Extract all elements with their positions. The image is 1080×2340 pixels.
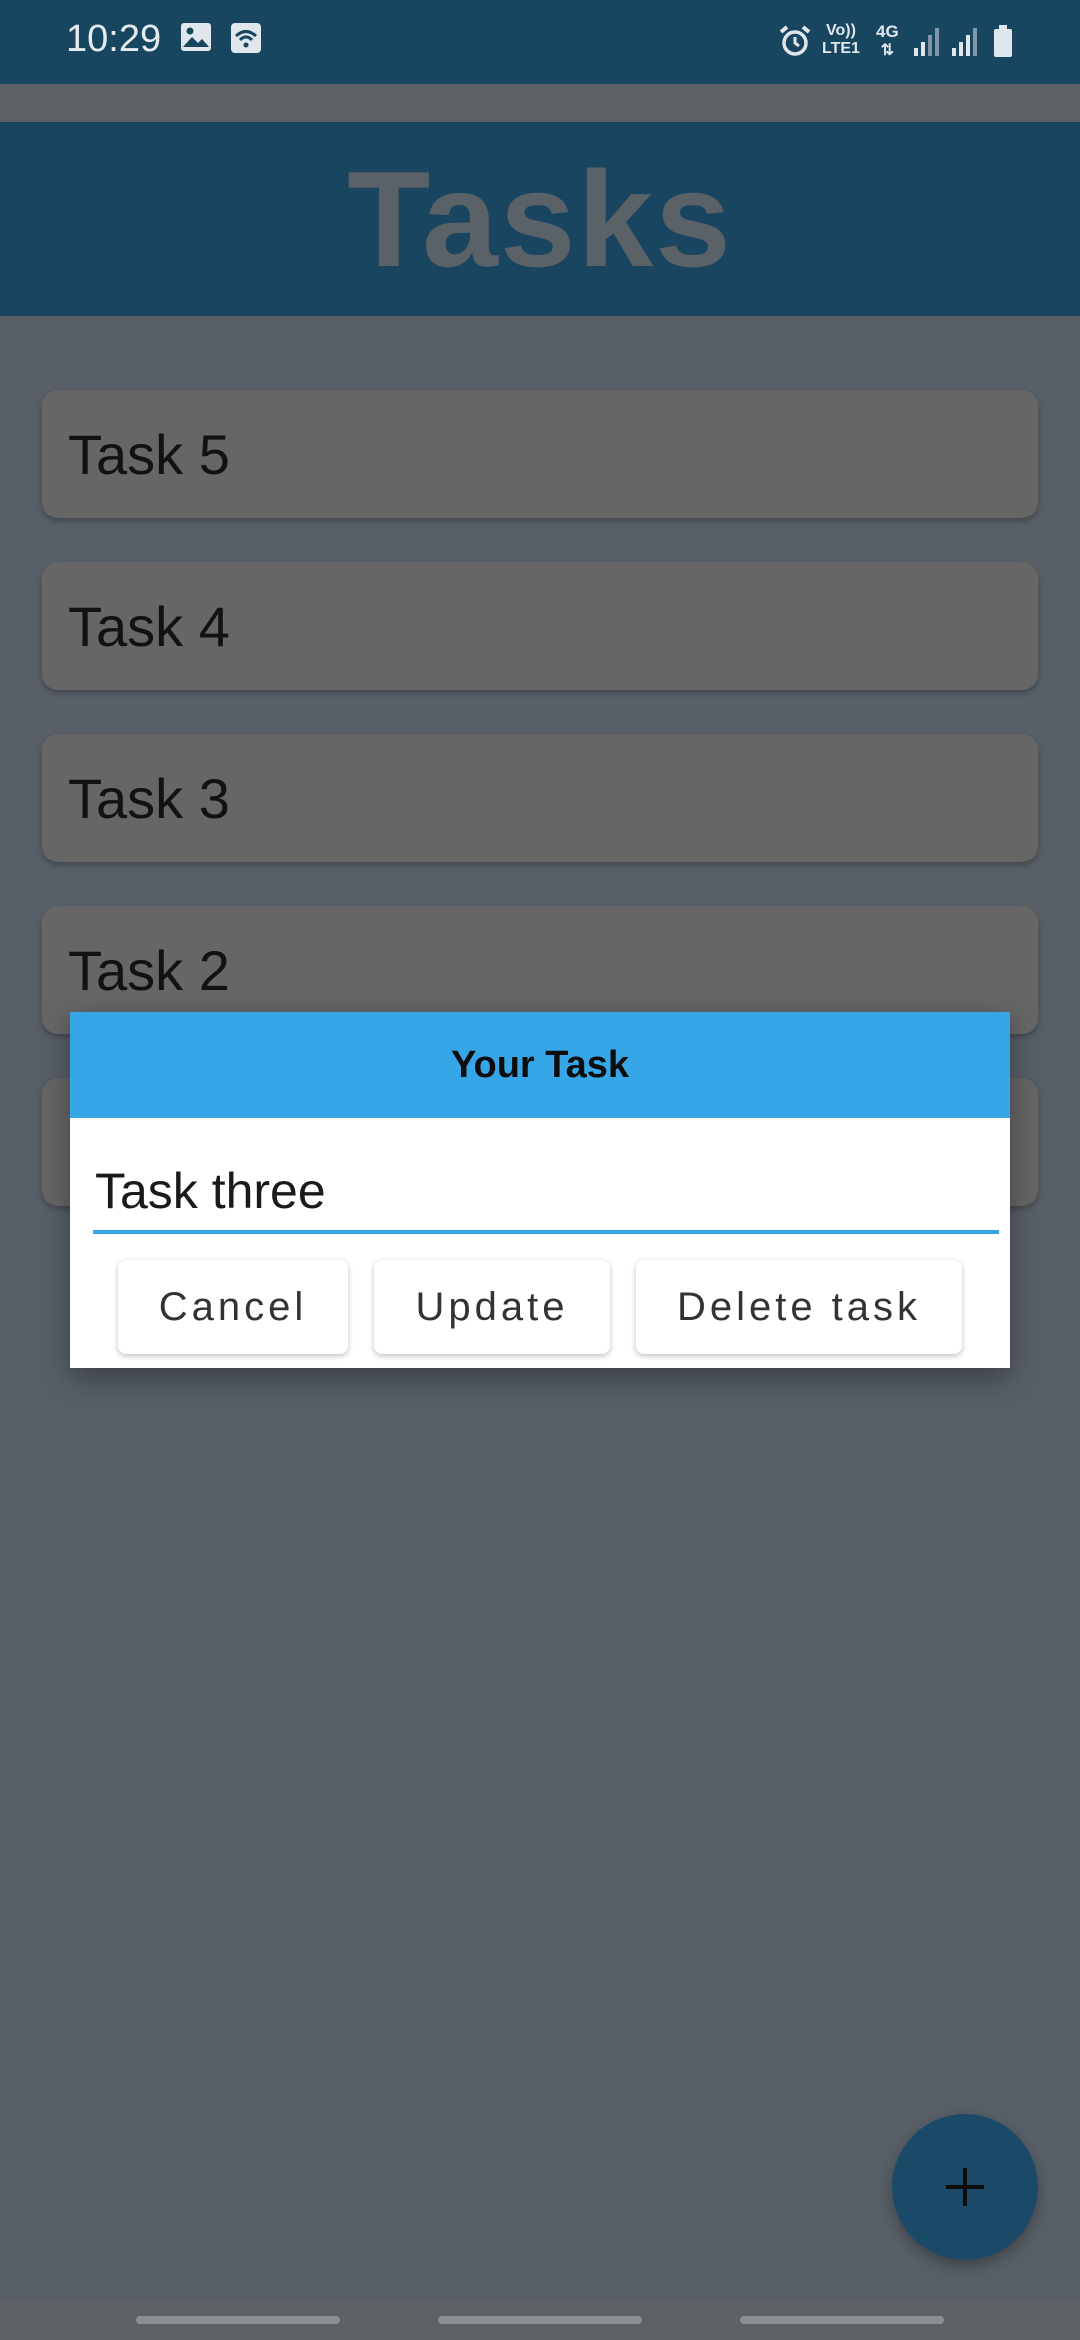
task-item[interactable]: Task 5 xyxy=(42,390,1038,518)
volte-icon: Vo)) LTE1 xyxy=(822,22,860,58)
nav-back-button[interactable] xyxy=(740,2316,944,2324)
task-item-label: Task 4 xyxy=(68,594,230,658)
edit-task-dialog: Your Task Cancel Update Delete task xyxy=(70,1012,1010,1368)
cancel-button[interactable]: Cancel xyxy=(118,1260,348,1354)
volte-label-bottom: LTE1 xyxy=(822,40,860,57)
task-input[interactable] xyxy=(93,1152,999,1234)
volte-label-top: Vo)) xyxy=(826,22,856,39)
signal-icon xyxy=(952,28,977,56)
alarm-icon xyxy=(779,25,811,56)
task-item-label: Task 2 xyxy=(68,938,230,1002)
delete-task-button[interactable]: Delete task xyxy=(636,1260,962,1354)
status-bar: 10:29 Vo)) LTE1 4G ⇅ xyxy=(0,0,1080,84)
signal-icon xyxy=(914,28,939,56)
app-bar: Tasks xyxy=(0,122,1080,316)
add-task-button[interactable] xyxy=(892,2114,1038,2260)
top-strip xyxy=(0,84,1080,122)
data-arrows-icon: ⇅ xyxy=(880,42,895,59)
dialog-header: Your Task xyxy=(70,1012,1010,1118)
task-item[interactable]: Task 4 xyxy=(42,562,1038,690)
nav-home-button[interactable] xyxy=(438,2316,642,2324)
status-time: 10:29 xyxy=(66,18,162,60)
nav-recents-button[interactable] xyxy=(136,2316,340,2324)
page-title: Tasks xyxy=(347,143,733,295)
data-label: 4G xyxy=(876,22,899,41)
update-button[interactable]: Update xyxy=(374,1260,610,1354)
battery-icon xyxy=(994,25,1012,57)
image-icon xyxy=(181,23,211,51)
task-item[interactable]: Task 3 xyxy=(42,734,1038,862)
dialog-title: Your Task xyxy=(450,1043,630,1086)
wifi-calling-icon xyxy=(231,23,261,53)
task-item-label: Task 5 xyxy=(68,422,230,486)
plus-icon xyxy=(946,2168,984,2206)
4g-data-icon: 4G ⇅ xyxy=(876,22,899,60)
task-item-label: Task 3 xyxy=(68,766,230,830)
